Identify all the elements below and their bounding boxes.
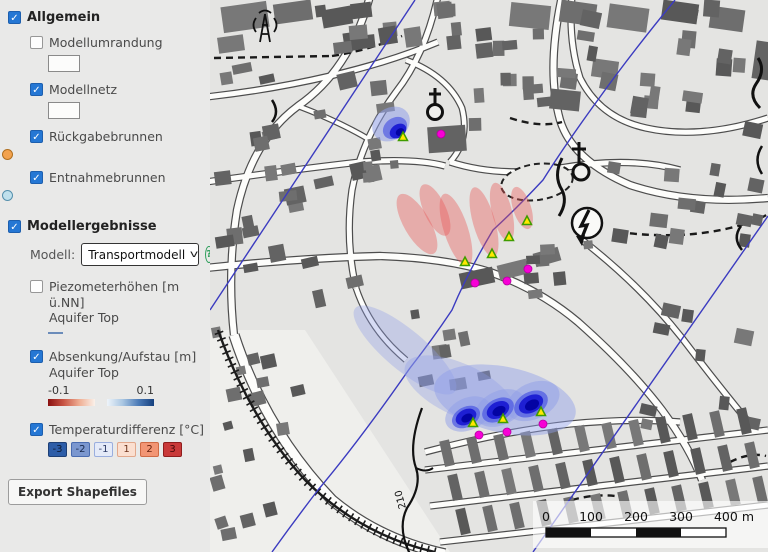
modellumrandung-label: Modellumrandung	[49, 35, 163, 50]
piezometer-contour-symbol	[48, 332, 63, 334]
model-label: Modell:	[30, 247, 75, 262]
scale-tick-1: 100	[579, 509, 603, 524]
allgemein-checkbox[interactable]: ✓	[8, 11, 21, 24]
piezometerhoehen-checkbox[interactable]	[30, 280, 43, 293]
modellnetz-symbol	[48, 102, 80, 119]
modellnetz-label: Modellnetz	[49, 82, 117, 97]
chevron-down-icon: v	[190, 249, 198, 260]
modellumrandung-symbol	[48, 55, 80, 72]
app-window: ✓ Allgemein Modellumrandung ✓ Modellnetz…	[0, 0, 768, 552]
entnahmebrunnen-checkbox[interactable]: ✓	[30, 171, 43, 184]
scale-tick-2: 200	[624, 509, 648, 524]
extraction-well-symbol	[2, 190, 13, 201]
section-allgemein-label: Allgemein	[27, 10, 100, 25]
model-select-value: Transportmodell	[88, 248, 185, 262]
red-gradient-bar	[48, 399, 95, 406]
section-modellergebnisse-label: Modellergebnisse	[27, 219, 157, 234]
temperature-class-legend: -3 -2 -1 1 2 3	[48, 442, 210, 457]
temp-class-2: -1	[94, 442, 113, 457]
section-allgemein: ✓ Allgemein	[8, 10, 202, 25]
scale-tick-0: 0	[542, 509, 550, 524]
temp-class-5: 3	[163, 442, 182, 457]
layer-piezometerhoehen: Piezometerhöhen [m ü.NN] Aquifer Top	[30, 279, 210, 326]
scale-max-label: 0.1	[137, 384, 155, 397]
temp-class-1: -2	[71, 442, 90, 457]
absenkung-checkbox[interactable]: ✓	[30, 350, 43, 363]
temperaturdifferenz-checkbox[interactable]: ✓	[30, 423, 43, 436]
layer-rueckgabebrunnen: ✓ Rückgabebrunnen	[30, 129, 210, 144]
temperaturdifferenz-label: Temperaturdifferenz [°C]	[49, 422, 204, 437]
layer-modellnetz: ✓ Modellnetz	[30, 82, 210, 97]
scale-tick-4: 400 m	[714, 509, 754, 524]
temp-class-4: 2	[140, 442, 159, 457]
layer-modellumrandung: Modellumrandung	[30, 35, 210, 50]
absenkung-color-scale: -0.1 0.1	[48, 384, 154, 406]
blue-gradient-bar	[107, 399, 154, 406]
scale-min-label: -0.1	[48, 384, 69, 397]
absenkung-label: Absenkung/Aufstau [m]	[49, 349, 196, 364]
map-canvas[interactable]: 210	[210, 0, 768, 552]
export-shapefiles-button[interactable]: Export Shapefiles	[8, 479, 147, 505]
modellergebnisse-checkbox[interactable]: ✓	[8, 220, 21, 233]
layer-entnahmebrunnen: ✓ Entnahmebrunnen	[30, 170, 210, 185]
scale-tick-3: 300	[669, 509, 693, 524]
modellumrandung-checkbox[interactable]	[30, 36, 43, 49]
layer-absenkung: ✓ Absenkung/Aufstau [m] Aquifer Top	[30, 349, 210, 380]
layer-panel: ✓ Allgemein Modellumrandung ✓ Modellnetz…	[0, 0, 210, 552]
modellnetz-checkbox[interactable]: ✓	[30, 83, 43, 96]
temp-class-3: 1	[117, 442, 136, 457]
piezometerhoehen-label: Piezometerhöhen [m ü.NN]	[49, 279, 179, 310]
scale-bar: 0 100 200 300 400 m	[533, 501, 768, 548]
entnahmebrunnen-label: Entnahmebrunnen	[49, 170, 166, 185]
layer-temperaturdifferenz: ✓ Temperaturdifferenz [°C]	[30, 422, 210, 437]
model-row: Modell: Transportmodell v ?	[30, 243, 210, 266]
rueckgabebrunnen-checkbox[interactable]: ✓	[30, 130, 43, 143]
rueckgabebrunnen-label: Rückgabebrunnen	[49, 129, 163, 144]
piezometerhoehen-sublabel: Aquifer Top	[49, 310, 119, 325]
absenkung-sublabel: Aquifer Top	[49, 365, 119, 380]
temp-class-0: -3	[48, 442, 67, 457]
return-well-symbol	[2, 149, 13, 160]
model-select[interactable]: Transportmodell v	[81, 243, 199, 266]
section-modellergebnisse: ✓ Modellergebnisse	[8, 219, 202, 234]
